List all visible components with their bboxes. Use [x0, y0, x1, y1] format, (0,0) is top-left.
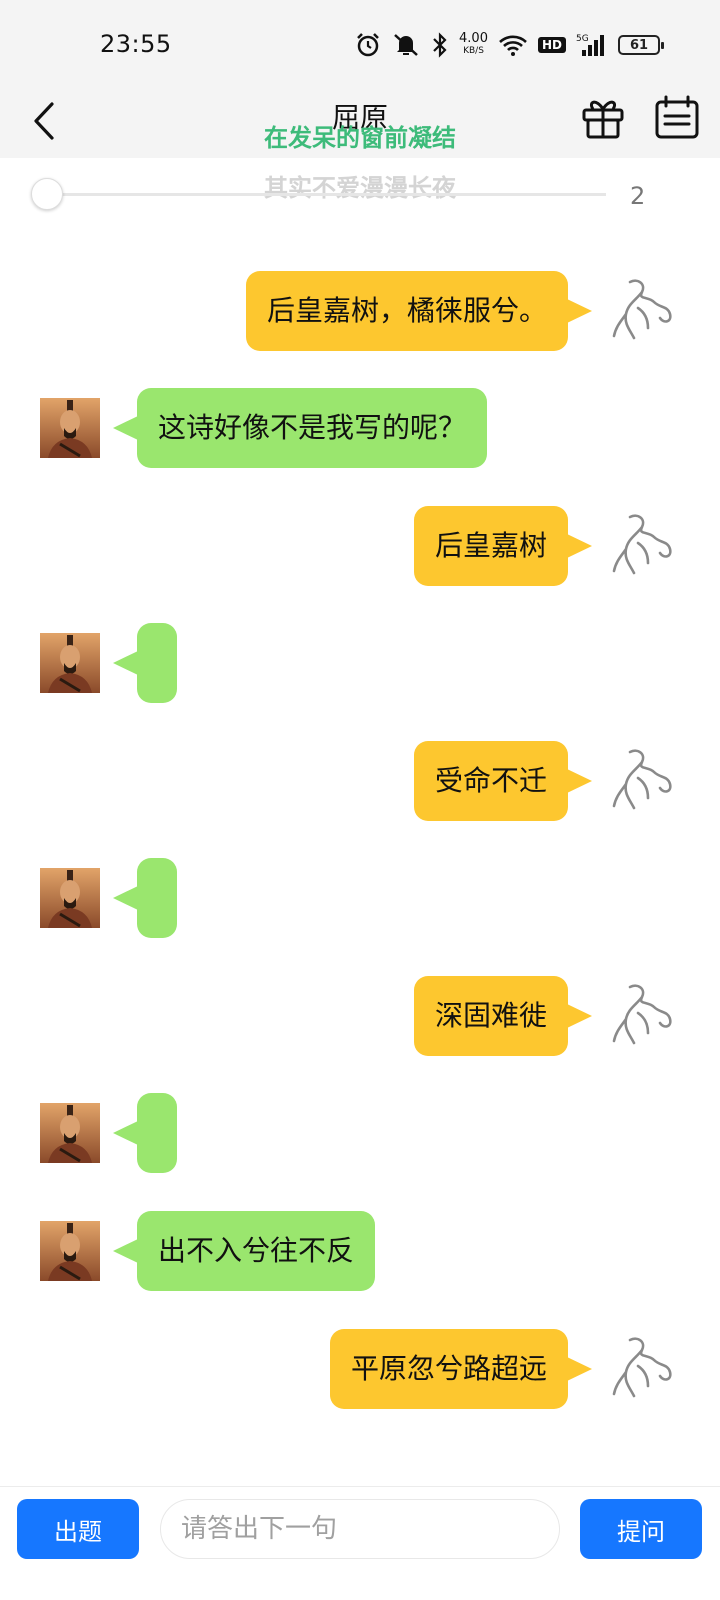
- progress-count: 2: [630, 182, 646, 210]
- user-message-bubble: 受命不迁: [413, 741, 593, 821]
- user-avatar-icon: [612, 279, 672, 340]
- bot-avatar: [40, 633, 100, 693]
- progress-track[interactable]: [46, 193, 606, 196]
- portrait-image: [40, 868, 100, 928]
- user-avatar-icon: [612, 749, 672, 810]
- alarm-icon: [357, 33, 379, 57]
- user-avatar-icon: [612, 514, 672, 575]
- bot-message-bubble: 出不入兮往不反: [112, 1211, 376, 1291]
- answer-input[interactable]: [160, 1499, 560, 1559]
- bot-message-bubble: [113, 858, 177, 938]
- bot-message-bubble: 这诗好像不是我写的呢？: [112, 388, 488, 468]
- wifi-icon: [499, 35, 527, 56]
- calendar-icon[interactable]: [654, 94, 700, 140]
- bot-avatar: [40, 1221, 100, 1281]
- gift-icon[interactable]: [580, 94, 626, 140]
- user-message-bubble: 平原忽兮路超远: [329, 1329, 593, 1409]
- bot-message-bubble: [113, 1093, 177, 1173]
- bluetooth-icon: [433, 32, 447, 58]
- hd-badge: HD: [537, 37, 566, 53]
- bot-message-bubble: [113, 623, 177, 703]
- submit-question-button[interactable]: 提问: [580, 1499, 702, 1559]
- ask-question-button[interactable]: 出题: [17, 1499, 139, 1559]
- portrait-image: [40, 633, 100, 693]
- network-speed: 4.00 KB/S: [459, 31, 488, 56]
- bot-avatar: [40, 1103, 100, 1163]
- lyric-overlay-line2: 其实不爱漫漫长夜: [264, 174, 456, 202]
- portrait-image: [40, 1103, 100, 1163]
- bottom-input-bar: 出题 提问: [0, 1486, 720, 1600]
- network-type-label: 5G: [576, 34, 589, 44]
- bot-avatar: [40, 868, 100, 928]
- progress-slider-knob[interactable]: [31, 178, 63, 210]
- status-bar: 23:55 4.00 KB/S HD 5G 61: [0, 0, 720, 88]
- user-message-bubble: 后皇嘉树，橘徕服兮。: [245, 271, 593, 351]
- portrait-image: [40, 398, 100, 458]
- mute-icon: [394, 34, 418, 56]
- bot-avatar: [40, 398, 100, 458]
- status-icons: 4.00 KB/S HD 5G 61: [355, 28, 664, 62]
- battery-indicator: 61: [618, 35, 664, 55]
- portrait-image: [40, 1221, 100, 1281]
- user-message-bubble: 深固难徙: [413, 976, 593, 1056]
- status-time: 23:55: [100, 30, 172, 58]
- signal-icon: 5G: [576, 34, 604, 56]
- user-avatar-icon: [612, 984, 672, 1045]
- user-message-bubble: 后皇嘉树: [413, 506, 593, 586]
- top-nav-bar: 屈原 在发呆的窗前凝结: [0, 88, 720, 158]
- user-avatar-icon: [612, 1337, 672, 1398]
